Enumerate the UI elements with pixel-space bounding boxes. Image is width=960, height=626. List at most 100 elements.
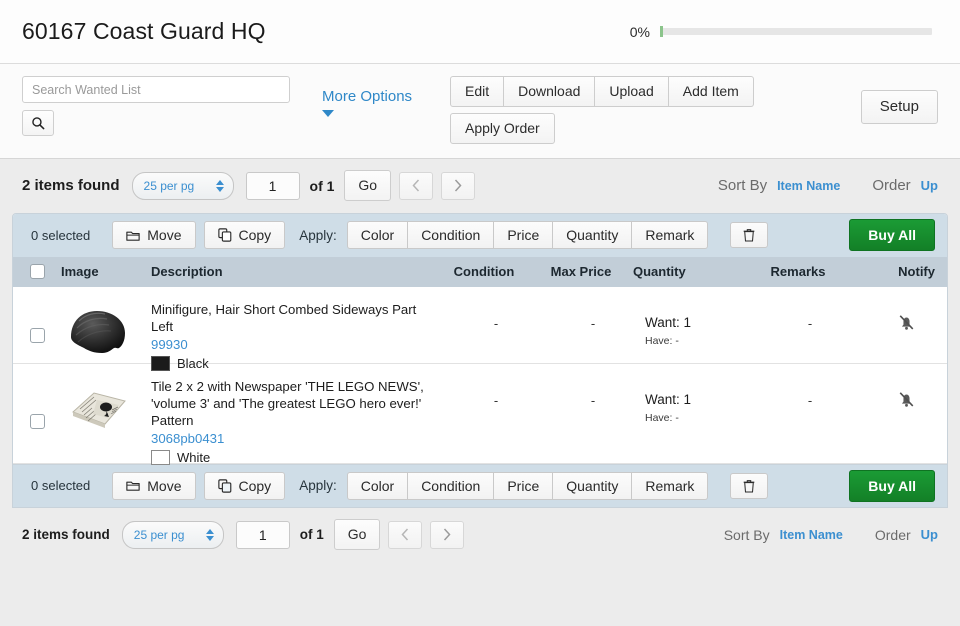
page-number-input[interactable] <box>245 171 300 200</box>
prev-page-button-bottom[interactable] <box>388 520 423 549</box>
page-number-input-bottom[interactable] <box>235 520 290 549</box>
chevron-down-icon[interactable] <box>322 110 334 117</box>
chevron-left-icon <box>412 179 420 192</box>
buy-all-button-top[interactable]: Buy All <box>849 219 935 252</box>
stepper-icon[interactable] <box>215 179 224 192</box>
search-area <box>22 76 290 136</box>
apply-quantity-button-top[interactable]: Quantity <box>553 221 633 250</box>
notify-toggle[interactable] <box>897 390 916 414</box>
column-quantity: Quantity <box>633 264 686 280</box>
edit-button[interactable]: Edit <box>450 76 505 107</box>
page-title: 60167 Coast Guard HQ <box>22 18 266 44</box>
apply-remark-button-bottom[interactable]: Remark <box>632 471 709 500</box>
order-label-bottom: Order <box>874 526 911 543</box>
apply-price-button-bottom[interactable]: Price <box>494 471 554 500</box>
apply-order-button[interactable]: Apply Order <box>450 112 555 144</box>
progress-marker <box>660 26 663 37</box>
toolbar-button-group: Edit Download Upload Add Item <box>450 76 754 107</box>
apply-condition-button-bottom[interactable]: Condition <box>408 471 495 500</box>
row-checkbox[interactable] <box>29 328 45 344</box>
buy-all-button-bottom[interactable]: Buy All <box>849 469 935 502</box>
items-found-count-bottom: 2 items found <box>22 527 110 543</box>
have-quantity: Have: - <box>645 334 679 347</box>
table-row: Tile 2 x 2 with Newspaper 'THE LEGO NEWS… <box>13 363 947 465</box>
copy-button-top[interactable]: Copy <box>203 221 286 250</box>
move-button-bottom[interactable]: Move <box>112 471 196 500</box>
item-description: Tile 2 x 2 with Newspaper 'THE LEGO NEWS… <box>151 378 424 428</box>
chevron-right-icon <box>455 179 462 192</box>
column-max-price: Max Price <box>550 264 612 280</box>
selected-count-top: 0 selected <box>31 227 91 243</box>
order-value[interactable]: Up <box>921 178 938 193</box>
go-button[interactable]: Go <box>344 170 392 201</box>
items-found-count: 2 items found <box>22 177 120 195</box>
go-button-bottom[interactable]: Go <box>333 519 381 550</box>
want-quantity: Want: 1 <box>645 314 692 330</box>
copy-icon <box>217 478 231 493</box>
sort-by-label: Sort By <box>717 177 768 195</box>
row-condition-cell: - <box>447 301 545 333</box>
apply-remark-button-top[interactable]: Remark <box>632 221 709 250</box>
trash-icon <box>744 479 755 493</box>
apply-label-top: Apply: <box>299 227 337 243</box>
progress-percent-label: 0% <box>629 23 650 40</box>
copy-label-bottom: Copy <box>238 477 272 494</box>
select-all-cell <box>13 264 61 280</box>
sort-by-value[interactable]: Item Name <box>777 179 840 193</box>
upload-button[interactable]: Upload <box>595 76 669 107</box>
notify-toggle[interactable] <box>897 313 916 337</box>
part-thumbnail-newspaper-tile-icon <box>72 392 126 428</box>
row-remarks-cell: - <box>755 378 865 410</box>
row-quantity-cell: Want: 1 Have: - <box>641 378 755 424</box>
move-label-top: Move <box>147 227 182 244</box>
next-page-button[interactable] <box>441 171 476 200</box>
per-page-select-bottom[interactable]: 25 per pg <box>121 520 224 549</box>
apply-price-button-top[interactable]: Price <box>494 221 554 250</box>
order-label: Order <box>872 177 911 195</box>
next-page-button-bottom[interactable] <box>430 520 465 549</box>
sort-by-value-bottom[interactable]: Item Name <box>780 528 843 542</box>
add-item-button[interactable]: Add Item <box>668 76 754 107</box>
apply-quantity-button-bottom[interactable]: Quantity <box>553 471 633 500</box>
bell-off-icon <box>899 314 913 330</box>
pagination-top: 2 items found 25 per pg of 1 Go Sort By … <box>0 159 960 213</box>
apply-condition-button-top[interactable]: Condition <box>408 221 495 250</box>
search-button[interactable] <box>22 110 54 136</box>
table-row: Minifigure, Hair Short Combed Sideways P… <box>13 286 947 371</box>
download-button[interactable]: Download <box>504 76 596 107</box>
items-card: 0 selected Move Copy Apply: Color Condit… <box>12 212 948 508</box>
prev-page-button[interactable] <box>399 171 434 200</box>
setup-area: Setup <box>860 76 938 124</box>
copy-button-bottom[interactable]: Copy <box>203 471 286 500</box>
delete-button-top[interactable] <box>730 222 769 249</box>
max-price-value: - <box>590 315 596 331</box>
delete-button-bottom[interactable] <box>730 472 769 499</box>
table-header: Image Description Condition Max Price Qu… <box>13 256 947 287</box>
progress-area: 0% <box>630 24 938 40</box>
move-button-top[interactable]: Move <box>112 221 196 250</box>
progress-bar <box>660 26 932 37</box>
search-input[interactable] <box>22 76 290 103</box>
toolbar: More Options Edit Download Upload Add It… <box>0 64 960 159</box>
search-icon <box>32 117 45 130</box>
pagination-bottom: 2 items found 25 per pg of 1 Go Sort By … <box>0 508 960 562</box>
more-options[interactable]: More Options <box>322 88 440 117</box>
apply-button-group-top: Color Condition Price Quantity Remark <box>346 221 709 250</box>
folder-icon <box>126 481 140 491</box>
copy-label-top: Copy <box>238 227 272 244</box>
apply-color-button-bottom[interactable]: Color <box>346 471 409 500</box>
item-number-link[interactable]: 3068pb0431 <box>151 431 437 446</box>
want-quantity: Want: 1 <box>645 391 692 407</box>
item-number-link[interactable]: 99930 <box>151 337 437 352</box>
row-checkbox[interactable] <box>29 413 45 429</box>
row-notify-cell <box>865 378 947 414</box>
apply-color-button-top[interactable]: Color <box>346 221 409 250</box>
condition-value: - <box>493 315 499 331</box>
stepper-icon[interactable] <box>205 528 214 541</box>
more-options-label[interactable]: More Options <box>322 88 412 105</box>
order-value-bottom[interactable]: Up <box>921 527 938 542</box>
setup-button[interactable]: Setup <box>860 90 938 124</box>
apply-button-group-bottom: Color Condition Price Quantity Remark <box>346 471 709 500</box>
select-all-checkbox[interactable] <box>29 264 45 280</box>
per-page-select[interactable]: 25 per pg <box>131 171 234 200</box>
